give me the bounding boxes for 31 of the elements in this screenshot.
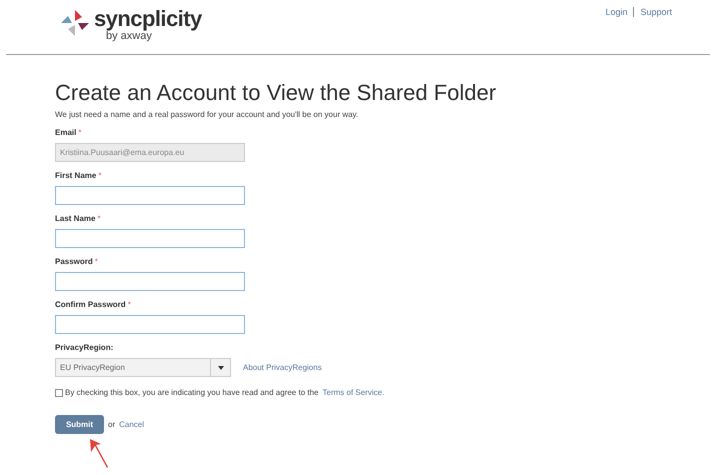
input-field[interactable] [55,272,245,291]
input-field[interactable] [55,229,245,248]
logo-tagline: by axway [106,31,152,42]
required-mark: * [78,127,82,139]
input-field[interactable] [55,315,245,334]
terms-link[interactable]: Terms of Service. [322,387,384,399]
or-text: or [108,418,116,430]
arrow-icon [87,438,111,468]
field-label: Confirm Password [55,299,126,311]
region-select[interactable]: EU PrivacyRegion [55,358,231,377]
logo-name: syncplicity [94,8,202,30]
cancel-link[interactable]: Cancel [119,418,144,430]
header-link[interactable]: Login [605,6,628,20]
field-label: Email [55,127,76,139]
input-field[interactable] [55,186,245,205]
submit-button[interactable]: Submit [55,415,104,434]
header-link[interactable]: Support [640,6,672,20]
page-title: Create an Account to View the Shared Folder [55,79,498,107]
field-label: PrivacyRegion: [55,342,114,354]
terms-text: By checking this box, you are indicating you have read and agree to the [65,387,318,399]
page-subtitle: We just need a name and a real password for your account and you'll be on your way. [55,109,360,121]
required-mark: * [97,213,101,225]
terms-checkbox[interactable] [55,389,63,397]
field-label: First Name [55,170,96,182]
caret-icon [218,366,224,370]
privacy-link[interactable]: About PrivacyRegions [243,362,322,374]
field-label: Password [55,256,93,268]
required-mark: * [94,256,98,268]
required-mark: * [128,299,131,311]
field-label: Last Name [55,213,96,225]
required-mark: * [98,170,102,182]
